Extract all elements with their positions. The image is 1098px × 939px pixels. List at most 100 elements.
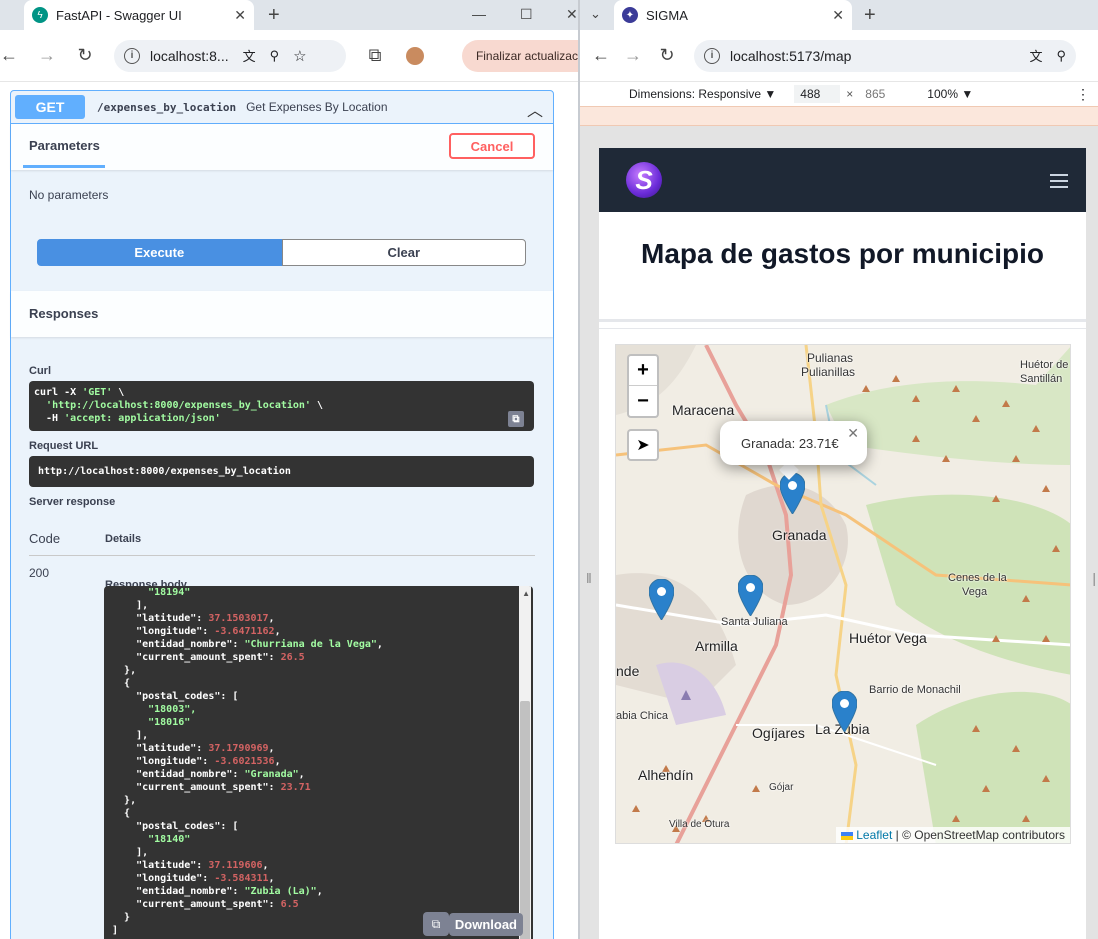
map-label: Cenes de la <box>948 572 1007 584</box>
zoom-control: + − <box>627 354 659 418</box>
map-marker-granada[interactable] <box>780 473 805 514</box>
map-label: Granada <box>772 527 827 543</box>
responses-title: Responses <box>29 306 99 321</box>
zoom-icon-right[interactable]: ⚲ <box>1056 48 1066 64</box>
popup-close-icon[interactable]: ✕ <box>847 425 859 442</box>
execute-button[interactable]: Execute <box>37 239 282 266</box>
reload-icon[interactable]: ↻ <box>70 45 100 66</box>
translate-icon[interactable]: 文 <box>243 46 256 65</box>
fastapi-icon: ϟ <box>32 7 48 23</box>
hamburger-menu-icon[interactable] <box>1050 174 1068 192</box>
zoom-out-button[interactable]: − <box>629 386 657 416</box>
page-viewport: S Mapa de gastos por municipio Pulianas … <box>599 148 1086 939</box>
map-marker-santa-juliana[interactable] <box>738 575 763 616</box>
bookmark-star-icon[interactable]: ☆ <box>293 47 306 65</box>
tab-swagger[interactable]: ϟ FastAPI - Swagger UI ✕ <box>24 0 254 30</box>
json-line: "postal_codes": [ <box>136 691 239 702</box>
zoom-icon[interactable]: ⚲ <box>270 48 280 64</box>
map-label: Ogíjares <box>752 725 805 741</box>
map-label: nde <box>616 663 640 679</box>
forward-icon-right[interactable]: → <box>618 45 648 66</box>
maximize-icon[interactable]: ☐ <box>520 6 533 23</box>
operation-path: /expenses_by_location <box>97 100 237 114</box>
height-input[interactable]: 865 <box>859 85 905 103</box>
update-button[interactable]: Finalizar actualización <box>461 40 578 72</box>
site-info-icon-right[interactable]: i <box>704 47 720 64</box>
json-line: { <box>124 808 131 819</box>
close-window-icon[interactable]: ✕ <box>566 6 578 23</box>
navbar: S <box>599 148 1086 212</box>
address-bar-right[interactable]: i localhost:5173/map 文 ⚲ <box>694 39 1076 72</box>
translate-icon-right[interactable]: 文 <box>1029 46 1042 65</box>
clear-button[interactable]: Clear <box>281 239 526 266</box>
close-tab-sigma-icon[interactable]: ✕ <box>832 7 844 24</box>
map-marker-churriana[interactable] <box>649 579 674 620</box>
curl-url: 'http://localhost:8000/expenses_by_locat… <box>46 400 311 411</box>
json-line: ], <box>136 600 149 611</box>
devtools-device-toolbar: Dimensions: Responsive ▼ 488 × 865 100% … <box>580 82 1098 106</box>
marker-popup: Granada: 23.71€ ✕ <box>720 421 867 465</box>
tab-search-icon[interactable]: ⌄ <box>590 6 601 22</box>
map-label: Villa de Otura <box>669 819 730 830</box>
back-icon-right[interactable]: ← <box>586 45 616 66</box>
reload-icon-right[interactable]: ↻ <box>652 45 682 66</box>
map-label: Alhendín <box>638 767 694 783</box>
map-attribution: Leaflet | © OpenStreetMap contributors <box>836 827 1070 843</box>
leaflet-link[interactable]: Leaflet <box>856 828 892 842</box>
copy-curl-icon[interactable]: ⧉ <box>508 411 524 427</box>
site-info-icon[interactable]: i <box>124 47 140 64</box>
times-icon: × <box>846 87 854 101</box>
media-query-ruler[interactable] <box>580 106 1098 126</box>
map-label: Pulianas <box>807 351 854 365</box>
sigma-logo[interactable]: S <box>626 162 662 198</box>
map-label: Santillán <box>1020 373 1063 385</box>
scroll-up-icon[interactable]: ▲ <box>522 589 530 598</box>
swagger-ui: GET /expenses_by_location Get Expenses B… <box>0 82 578 939</box>
close-tab-icon[interactable]: ✕ <box>234 7 246 24</box>
back-icon[interactable]: ← <box>0 45 24 66</box>
map-label: Vega <box>962 586 988 598</box>
json-line: "longitude": -3.6471162, <box>112 626 281 637</box>
curl-label: Curl <box>29 365 51 377</box>
method-badge: GET <box>15 95 85 119</box>
map-label: Armilla <box>695 638 738 654</box>
response-scroll-thumb[interactable] <box>520 701 530 939</box>
curl-block: curl -X 'GET' \ 'http://localhost:8000/e… <box>29 381 534 431</box>
response-body[interactable]: "18194" ], "latitude": 37.1503017, "long… <box>104 586 533 939</box>
json-line: ], <box>136 847 149 858</box>
map-label: Pulianillas <box>801 365 856 379</box>
locate-arrow-icon[interactable]: ➤ <box>627 429 659 461</box>
profile-avatar[interactable] <box>406 46 424 65</box>
json-line: "18003", <box>148 704 197 715</box>
cancel-button[interactable]: Cancel <box>449 133 535 159</box>
address-bar[interactable]: i localhost:8... 文 ⚲ ☆ <box>114 39 346 72</box>
resize-handle-left-icon[interactable]: ‖ <box>586 570 592 586</box>
more-options-icon[interactable]: ⋮ <box>1076 86 1090 103</box>
parameters-header: Parameters Cancel <box>11 124 553 170</box>
server-response-label: Server response <box>29 496 116 508</box>
dimensions-select[interactable]: Dimensions: Responsive ▼ <box>629 87 776 101</box>
extensions-icon[interactable]: ⧉ <box>360 45 390 66</box>
zoom-in-button[interactable]: + <box>629 356 657 386</box>
download-button[interactable]: Download <box>448 913 523 936</box>
operation-summary[interactable]: GET /expenses_by_location Get Expenses B… <box>11 91 553 124</box>
tab-sigma[interactable]: ✦ SIGMA ✕ <box>614 0 852 30</box>
curl-header: 'accept: application/json' <box>64 413 221 424</box>
map-marker-la-zubia[interactable] <box>832 691 857 732</box>
width-input[interactable]: 488 <box>794 85 841 103</box>
new-tab-icon[interactable]: + <box>268 4 280 27</box>
minimize-icon[interactable]: — <box>472 6 486 22</box>
resize-handle-right-icon[interactable]: | <box>1092 570 1096 586</box>
forward-icon[interactable]: → <box>32 45 62 66</box>
collapse-chevron-icon[interactable]: ︿ <box>527 97 543 121</box>
zoom-select[interactable]: 100% ▼ <box>927 87 973 101</box>
leaflet-map[interactable]: Pulianas Pulianillas Maracena Huétor de … <box>615 344 1071 844</box>
map-label: Barrio de Monachil <box>869 684 961 696</box>
json-line: "postal_codes": [ <box>136 821 239 832</box>
tab-parameters[interactable]: Parameters <box>29 138 100 153</box>
address-text-right: localhost:5173/map <box>730 47 852 64</box>
request-url: http://localhost:8000/expenses_by_locati… <box>29 456 534 487</box>
copy-response-icon[interactable]: ⧉ <box>423 912 449 936</box>
map-label: Huétor de <box>1020 359 1069 371</box>
new-tab-right-icon[interactable]: + <box>864 4 876 27</box>
